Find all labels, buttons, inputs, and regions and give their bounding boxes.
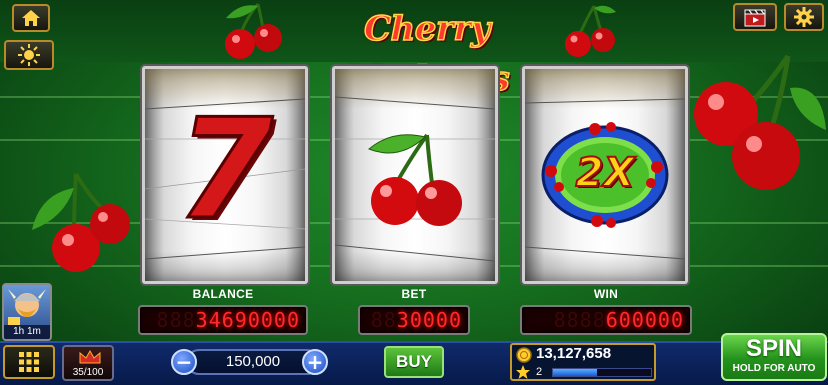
- viking-icon: [8, 289, 46, 325]
- cherries-decor-icon: [225, 3, 282, 59]
- home-icon: [22, 10, 40, 26]
- reel-3: 2X: [522, 66, 688, 284]
- video-reward-button[interactable]: [733, 3, 777, 31]
- coin-balance: 13,127,658: [536, 345, 612, 362]
- video-clapper-icon: [744, 9, 766, 27]
- player-level: 2: [536, 366, 543, 378]
- crown-icon: [79, 349, 101, 364]
- balance-ghost-digits: 888: [156, 308, 196, 332]
- win-meter: 8888 600000: [520, 305, 692, 335]
- menu-button[interactable]: [3, 345, 55, 379]
- bet-selector: 150,000: [186, 349, 320, 375]
- spin-sublabel: HOLD FOR AUTO: [732, 363, 816, 374]
- balance-value: 34690000: [195, 308, 300, 332]
- spin-button[interactable]: SPIN HOLD FOR AUTO: [721, 333, 827, 381]
- cherries-decor-icon: [32, 172, 130, 272]
- star-icon: [516, 365, 530, 379]
- spin-label: SPIN: [745, 335, 802, 362]
- mission-progress-button[interactable]: 35/100: [62, 345, 114, 381]
- event-avatar-button[interactable]: 1h 1m: [2, 283, 52, 341]
- multiplier-label: 2X: [575, 150, 636, 196]
- reel-1-symbol: 7: [145, 99, 305, 240]
- coin-balance-panel: 13,127,658 2: [510, 343, 656, 381]
- reel-2: [332, 66, 498, 284]
- bet-ghost-digits: 88: [370, 308, 397, 332]
- sun-icon: [18, 44, 40, 66]
- xp-progress-fill: [553, 369, 598, 376]
- game-title-logo: Cherry Madness: [296, 4, 558, 100]
- win-ghost-digits: 8888: [553, 308, 606, 332]
- bet-amount: 150,000: [225, 353, 281, 370]
- grid-menu-icon: [19, 352, 39, 372]
- home-button[interactable]: [12, 4, 50, 32]
- gear-icon: [794, 7, 814, 27]
- seven-symbol: 7: [175, 89, 274, 250]
- win-value: 600000: [605, 308, 684, 332]
- bet-label: BET: [401, 287, 427, 301]
- balance-meter: 888 34690000: [138, 305, 308, 335]
- daily-bonus-button[interactable]: [4, 40, 54, 70]
- multiplier-label-wrap: 2X: [525, 150, 685, 196]
- timer-badge: 1h 1m: [4, 325, 50, 339]
- bet-decrease-button[interactable]: −: [171, 349, 197, 375]
- mission-progress-text: 35/100: [72, 367, 104, 378]
- coin-icon: [516, 347, 532, 363]
- xp-progress-bar: [552, 368, 652, 377]
- bet-meter: 88 30000: [358, 305, 470, 335]
- settings-button[interactable]: [784, 3, 824, 31]
- cherries-symbol-icon: [368, 133, 462, 226]
- cherries-decor-icon: [694, 54, 826, 190]
- reel-1: 7: [142, 66, 308, 284]
- bet-value: 30000: [396, 308, 462, 332]
- bet-increase-button[interactable]: +: [302, 349, 328, 375]
- balance-label: BALANCE: [192, 287, 254, 301]
- buy-button[interactable]: BUY: [384, 346, 444, 378]
- win-label: WIN: [593, 287, 619, 301]
- cherries-decor-icon: [565, 5, 616, 57]
